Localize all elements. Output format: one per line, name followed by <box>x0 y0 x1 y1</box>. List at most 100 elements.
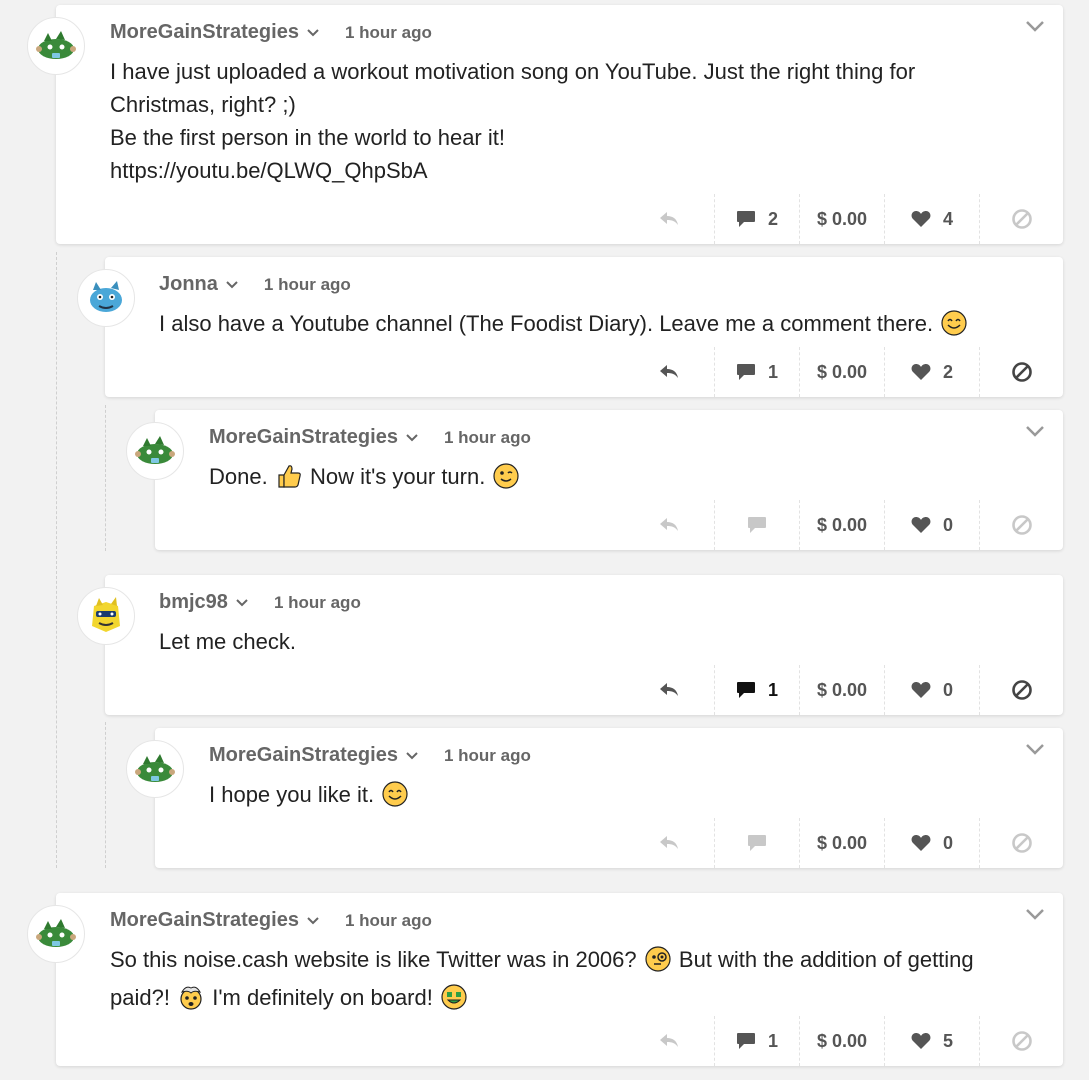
block-button[interactable] <box>979 818 1063 868</box>
like-count: 0 <box>942 832 953 853</box>
comment-card: bmjc98 1 hour ago Let me check. 1 $ 0.00… <box>105 575 1063 715</box>
block-button[interactable] <box>979 1016 1063 1066</box>
comment-icon <box>748 835 766 851</box>
like-count: 5 <box>942 1030 953 1051</box>
reply-icon <box>660 836 678 849</box>
thumbs-up-emoji <box>276 463 302 498</box>
block-icon <box>1011 362 1032 382</box>
comment-count: 2 <box>767 208 778 229</box>
heart-icon <box>911 211 931 227</box>
username-link[interactable]: MoreGainStrategies <box>110 909 299 932</box>
youtube-link[interactable]: https://youtu.be/QLWQ_QhpSbA <box>110 158 428 183</box>
comment-card: Jonna 1 hour ago I also have a Youtube c… <box>105 257 1063 397</box>
reply-button[interactable] <box>624 500 714 550</box>
comment-card: MoreGainStrategies 1 hour ago I have jus… <box>56 5 1063 244</box>
reply-button[interactable] <box>624 665 714 715</box>
timestamp[interactable]: 1 hour ago <box>264 275 351 295</box>
username-link[interactable]: bmjc98 <box>159 591 228 614</box>
heart-icon <box>911 364 931 380</box>
heart-icon <box>911 517 931 533</box>
collapse-chevron-icon[interactable] <box>1025 907 1045 925</box>
timestamp[interactable]: 1 hour ago <box>345 911 432 931</box>
timestamp[interactable]: 1 hour ago <box>444 746 531 766</box>
green-dragon-avatar[interactable] <box>126 422 184 480</box>
tip-button[interactable]: $ 0.00 <box>799 665 884 715</box>
chevron-down-icon[interactable] <box>236 598 248 607</box>
tip-button[interactable]: $ 0.00 <box>799 347 884 397</box>
green-dragon-avatar[interactable] <box>27 17 85 75</box>
chevron-down-icon[interactable] <box>406 751 418 760</box>
reply-icon <box>660 683 678 696</box>
action-bar: 2 $ 0.00 4 <box>624 194 1063 244</box>
heart-icon <box>911 835 931 851</box>
block-icon <box>1011 833 1032 853</box>
like-button[interactable]: 2 <box>884 347 979 397</box>
comment-icon <box>736 682 755 698</box>
reply-button[interactable] <box>624 1016 714 1066</box>
like-button[interactable]: 0 <box>884 500 979 550</box>
heart-icon <box>911 682 931 698</box>
collapse-chevron-icon[interactable] <box>1025 424 1045 442</box>
comments-button[interactable] <box>714 818 799 868</box>
timestamp[interactable]: 1 hour ago <box>345 23 432 43</box>
smiling-face-emoji <box>941 310 967 345</box>
like-count: 2 <box>942 361 953 382</box>
action-bar: $ 0.00 0 <box>624 500 1063 550</box>
comment-card: MoreGainStrategies 1 hour ago I hope you… <box>155 728 1063 868</box>
comment-icon <box>748 517 766 533</box>
reply-button[interactable] <box>624 194 714 244</box>
comments-button[interactable]: 2 <box>714 194 799 244</box>
action-bar: 1 $ 0.00 2 <box>624 347 1063 397</box>
reply-icon <box>660 1034 678 1047</box>
chevron-down-icon[interactable] <box>307 916 319 925</box>
block-button[interactable] <box>979 347 1063 397</box>
reply-button[interactable] <box>624 347 714 397</box>
reply-icon <box>660 518 678 531</box>
comment-text: Done. Now it's your turn. <box>209 460 1039 498</box>
collapse-chevron-icon[interactable] <box>1025 19 1045 37</box>
tip-button[interactable]: $ 0.00 <box>799 818 884 868</box>
exploding-head-emoji <box>178 984 204 1019</box>
tip-button[interactable]: $ 0.00 <box>799 500 884 550</box>
block-button[interactable] <box>979 665 1063 715</box>
comment-text: I hope you like it. <box>209 778 1039 816</box>
collapse-chevron-icon[interactable] <box>1025 742 1045 760</box>
green-dragon-avatar[interactable] <box>126 740 184 798</box>
comments-button[interactable]: 1 <box>714 665 799 715</box>
face-with-monocle-emoji <box>645 946 671 981</box>
action-bar: $ 0.00 0 <box>624 818 1063 868</box>
green-dragon-avatar[interactable] <box>27 905 85 963</box>
reply-icon <box>660 212 678 225</box>
timestamp[interactable]: 1 hour ago <box>444 428 531 448</box>
tip-button[interactable]: $ 0.00 <box>799 1016 884 1066</box>
chevron-down-icon[interactable] <box>307 28 319 37</box>
comments-button[interactable]: 1 <box>714 347 799 397</box>
chevron-down-icon[interactable] <box>226 280 238 289</box>
comment-icon <box>736 211 755 227</box>
block-button[interactable] <box>979 500 1063 550</box>
like-button[interactable]: 4 <box>884 194 979 244</box>
username-link[interactable]: MoreGainStrategies <box>110 21 299 44</box>
action-bar: 1 $ 0.00 0 <box>624 665 1063 715</box>
username-link[interactable]: MoreGainStrategies <box>209 744 398 767</box>
block-icon <box>1011 209 1032 229</box>
timestamp[interactable]: 1 hour ago <box>274 593 361 613</box>
username-link[interactable]: Jonna <box>159 273 218 296</box>
like-count: 4 <box>942 208 953 229</box>
username-link[interactable]: MoreGainStrategies <box>209 426 398 449</box>
comment-count: 1 <box>767 1030 778 1051</box>
reply-button[interactable] <box>624 818 714 868</box>
thread-line-level2-a <box>105 405 106 551</box>
comments-button[interactable] <box>714 500 799 550</box>
comment-count: 1 <box>767 679 778 700</box>
thread-line-level2-b <box>105 722 106 868</box>
comments-button[interactable]: 1 <box>714 1016 799 1066</box>
block-button[interactable] <box>979 194 1063 244</box>
tip-button[interactable]: $ 0.00 <box>799 194 884 244</box>
yellow-dragon-avatar[interactable] <box>77 587 135 645</box>
chevron-down-icon[interactable] <box>406 433 418 442</box>
like-button[interactable]: 0 <box>884 665 979 715</box>
like-button[interactable]: 5 <box>884 1016 979 1066</box>
like-button[interactable]: 0 <box>884 818 979 868</box>
blue-dragon-avatar[interactable] <box>77 269 135 327</box>
